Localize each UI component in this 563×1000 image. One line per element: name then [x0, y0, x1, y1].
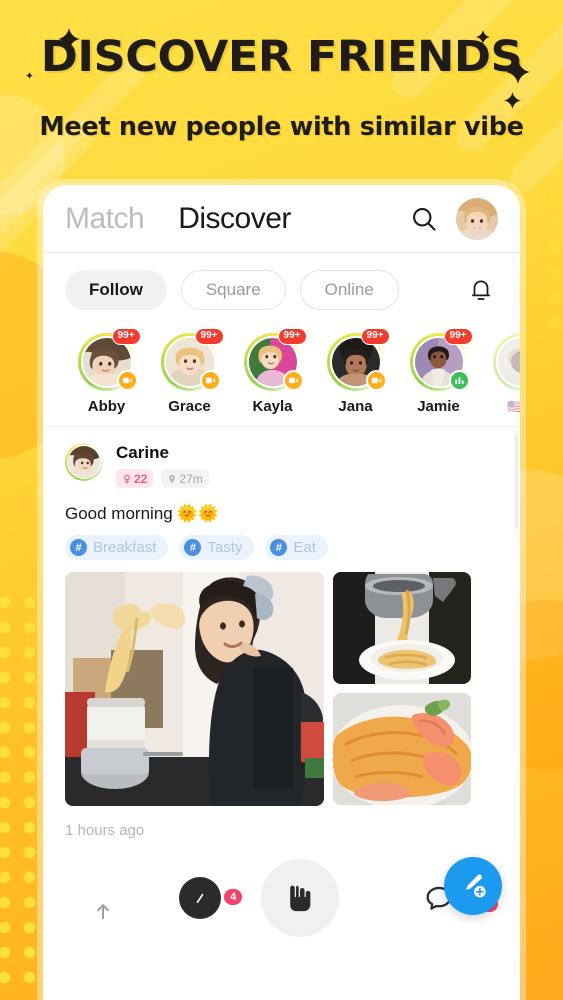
tab-match[interactable]: Match — [65, 202, 145, 236]
story-unread-badge: 99+ — [360, 328, 390, 345]
sparkle-icon — [504, 92, 521, 109]
compose-fab-button[interactable] — [444, 857, 502, 915]
hash-icon: # — [70, 539, 87, 556]
video-call-icon — [199, 370, 221, 391]
story-name: Abby — [87, 398, 126, 415]
tab-discover[interactable]: Discover — [178, 202, 291, 236]
video-call-icon — [282, 370, 304, 391]
sparkle-icon — [506, 60, 530, 84]
post-text-value: Good morning — [65, 504, 173, 523]
video-call-icon — [365, 370, 387, 391]
story-name: 🇺🇸A — [480, 398, 520, 415]
post-image-tertiary[interactable] — [333, 693, 471, 805]
story-name: Grace — [168, 398, 211, 415]
sparkle-icon — [26, 72, 33, 79]
story-ring: 99+ — [409, 328, 473, 391]
story-ring: › — [492, 333, 520, 391]
voice-call-icon — [448, 370, 470, 391]
hash-icon: # — [270, 539, 288, 556]
story-ring: 99+ — [243, 328, 307, 391]
story-ring: 99+ — [160, 328, 224, 391]
age-value: 22 — [134, 471, 148, 486]
filter-chip-online[interactable]: Online — [299, 270, 399, 310]
search-icon[interactable] — [410, 205, 438, 233]
sparkle-icon — [476, 30, 490, 44]
flag-icon: 🇺🇸 — [507, 399, 520, 414]
filter-chip-follow[interactable]: Follow — [65, 270, 167, 310]
like-action[interactable]: 4 — [141, 877, 260, 919]
post-header: Carine 22 27m — [65, 427, 498, 488]
promo-subtitle: Meet new people with similar vibe — [39, 112, 524, 142]
story-item[interactable]: 99+ Jamie — [397, 328, 480, 415]
app-topbar: Match Discover — [43, 185, 520, 253]
story-name: Jamie — [417, 398, 460, 415]
post-author-name[interactable]: Carine — [116, 443, 217, 463]
post-action-row: 4 99+ — [65, 853, 498, 943]
gender-age-badge: 22 — [116, 469, 154, 488]
post-media-grid — [65, 572, 498, 806]
video-call-icon — [116, 370, 138, 391]
post-meta: Carine 22 27m — [116, 443, 217, 488]
hashtag-label: Breakfast — [93, 539, 157, 556]
story-item[interactable]: 99+ Kayla — [231, 328, 314, 415]
phone-mockup: Match Discover Follow Square Online 99+ … — [43, 185, 520, 1000]
story-item[interactable]: 99+ Jana — [314, 328, 397, 415]
hashtag-label: Tasty — [207, 539, 243, 556]
story-item[interactable]: › 🇺🇸A — [480, 333, 520, 415]
story-unread-badge: 99+ — [443, 328, 473, 345]
post-emoji: 🌞🌞 — [176, 504, 220, 523]
scrollbar[interactable] — [515, 433, 518, 529]
post-author-avatar[interactable] — [65, 443, 103, 481]
post-timestamp: 1 hours ago — [65, 822, 145, 839]
avatar[interactable] — [456, 197, 498, 240]
story-unread-badge: 99+ — [277, 328, 307, 345]
post-badges: 22 27m — [116, 469, 217, 488]
post-image-main[interactable] — [65, 572, 324, 806]
story-item[interactable]: 99+ Grace — [148, 328, 231, 415]
hashtag-row: # Breakfast # Tasty # Eat — [65, 535, 498, 560]
hashtag-label: Eat — [293, 539, 316, 556]
post-media-side — [333, 572, 471, 806]
story-ring: 99+ — [326, 328, 390, 391]
story-ring: 99+ — [77, 328, 141, 391]
feed[interactable]: Carine 22 27m Good morning 🌞🌞 # Breakfas… — [43, 427, 520, 1000]
hashtag-chip[interactable]: # Tasty — [179, 535, 255, 560]
stories-row[interactable]: 99+ Abby 99+ Grace 99+ Kayla 99+ Jana 99… — [43, 327, 520, 427]
sparkle-icon — [58, 28, 80, 50]
story-unread-badge: 99+ — [111, 328, 141, 345]
clock-icon — [179, 877, 222, 919]
bell-icon[interactable] — [468, 277, 494, 303]
promo-screenshot: DISCOVER FRIENDS Meet new people with si… — [0, 0, 563, 1000]
story-unread-badge: 99+ — [194, 328, 224, 345]
share-action[interactable] — [65, 868, 141, 928]
like-count-badge: 4 — [224, 889, 243, 906]
tap-action[interactable] — [260, 859, 339, 937]
story-name: Jana — [338, 398, 373, 415]
distance-value: 27m — [179, 471, 203, 486]
hash-icon: # — [184, 539, 202, 556]
hand-tap-icon — [260, 859, 339, 937]
distance-badge: 27m — [161, 469, 209, 488]
hashtag-chip[interactable]: # Breakfast — [65, 535, 169, 560]
story-name: Kayla — [252, 398, 293, 415]
filter-chip-square[interactable]: Square — [180, 270, 286, 310]
story-item[interactable]: 99+ Abby — [65, 328, 148, 415]
post-image-secondary[interactable] — [333, 572, 471, 684]
post-body-text: Good morning 🌞🌞 — [65, 504, 498, 524]
hashtag-chip[interactable]: # Eat — [265, 535, 328, 560]
filter-chip-row: Follow Square Online — [43, 253, 520, 327]
